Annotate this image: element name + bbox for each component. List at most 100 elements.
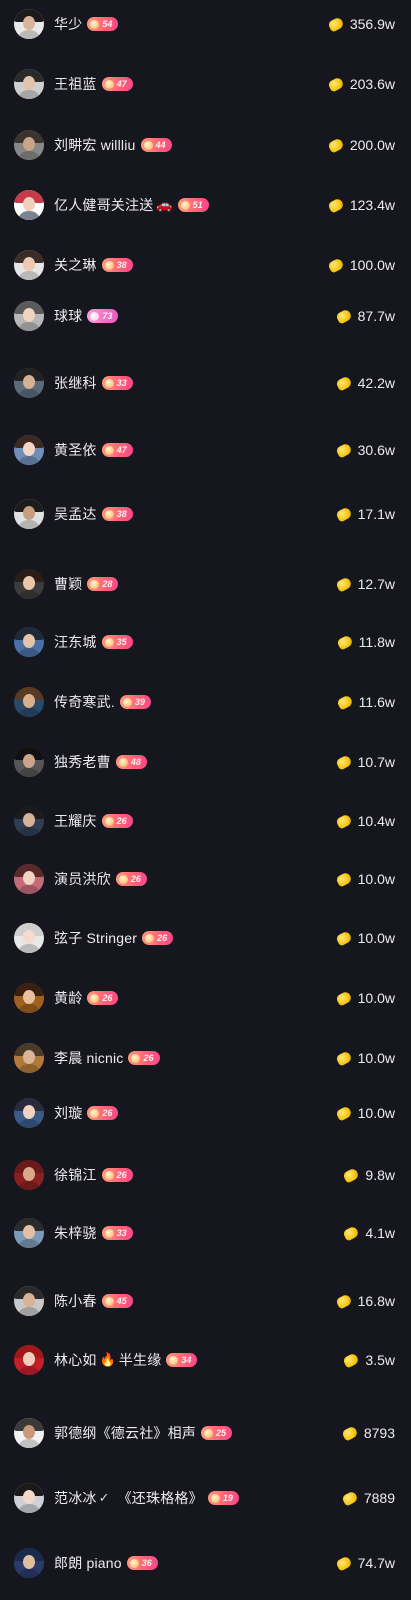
avatar[interactable]	[14, 499, 44, 529]
gold-bean-icon	[334, 505, 353, 523]
user-name[interactable]: 演员洪欣	[54, 869, 111, 889]
list-item[interactable]: 球球 73 87.7w	[0, 298, 411, 334]
user-name[interactable]: 李晨 nicnic	[54, 1048, 123, 1068]
fan-level-badge: 51	[177, 198, 209, 212]
user-name[interactable]: 林心如	[54, 1350, 97, 1370]
user-name[interactable]: 王耀庆	[54, 811, 97, 831]
user-name[interactable]: 郭德纲《德云社》相声	[54, 1423, 196, 1443]
score-group: 16.8w	[334, 1283, 395, 1319]
avatar[interactable]	[14, 747, 44, 777]
avatar[interactable]	[14, 1098, 44, 1128]
user-name[interactable]: 球球	[54, 306, 82, 326]
user-name[interactable]: 独秀老曹	[54, 752, 111, 772]
list-item[interactable]: 林心如 🔥 半生缘 34 3.5w	[0, 1342, 411, 1378]
list-item[interactable]: 黄圣依 47 30.6w	[0, 432, 411, 468]
contribution-score: 10.0w	[357, 1105, 395, 1121]
avatar[interactable]	[14, 190, 44, 220]
fan-level-orb-icon	[131, 1053, 141, 1063]
user-name[interactable]: 郎朗 piano	[54, 1553, 122, 1573]
avatar[interactable]	[14, 130, 44, 160]
name-group: 王祖蓝 47	[54, 66, 133, 102]
user-name[interactable]: 黄圣依	[54, 440, 97, 460]
fan-level-number: 45	[116, 1296, 127, 1306]
name-group: 朱梓骁 33	[54, 1215, 133, 1251]
fan-level-number: 48	[130, 757, 141, 767]
list-item[interactable]: 黄龄 26 10.0w	[0, 980, 411, 1016]
list-item[interactable]: 独秀老曹 48 10.7w	[0, 744, 411, 780]
avatar[interactable]	[14, 687, 44, 717]
avatar[interactable]	[14, 864, 44, 894]
user-name[interactable]: 传奇寒武.	[54, 692, 115, 712]
user-name[interactable]: 陈小春	[54, 1291, 97, 1311]
list-item[interactable]: 王祖蓝 47 203.6w	[0, 66, 411, 102]
fan-level-orb-icon	[169, 1355, 179, 1365]
user-name[interactable]: 曹颖	[54, 574, 82, 594]
check-icon: ✓	[98, 1490, 110, 1505]
fan-level-number: 26	[116, 1170, 127, 1180]
avatar[interactable]	[14, 435, 44, 465]
fan-level-orb-icon	[104, 637, 114, 647]
avatar[interactable]	[14, 69, 44, 99]
list-item[interactable]: 亿人健哥关注送 🚗 51 123.4w	[0, 187, 411, 223]
list-item[interactable]: 陈小春 45 16.8w	[0, 1283, 411, 1319]
score-group: 10.0w	[334, 1040, 395, 1076]
list-item[interactable]: 曹颖 28 12.7w	[0, 566, 411, 602]
user-name[interactable]: 吴孟达	[54, 504, 97, 524]
gold-bean-icon	[334, 812, 353, 830]
avatar[interactable]	[14, 1218, 44, 1248]
avatar[interactable]	[14, 569, 44, 599]
user-name[interactable]: 黄龄	[54, 988, 82, 1008]
contribution-score: 74.7w	[357, 1555, 395, 1571]
avatar[interactable]	[14, 9, 44, 39]
user-name[interactable]: 王祖蓝	[54, 74, 97, 94]
fan-level-number: 36	[141, 1558, 152, 1568]
avatar[interactable]	[14, 368, 44, 398]
user-name[interactable]: 刘璇	[54, 1103, 82, 1123]
user-name[interactable]: 弦子 Stringer	[54, 928, 137, 948]
list-item[interactable]: 朱梓骁 33 4.1w	[0, 1215, 411, 1251]
avatar[interactable]	[14, 1160, 44, 1190]
gold-bean-icon	[342, 1166, 361, 1184]
avatar[interactable]	[14, 301, 44, 331]
user-name[interactable]: 张继科	[54, 373, 97, 393]
avatar[interactable]	[14, 627, 44, 657]
list-item[interactable]: 范冰冰 ✓ 《还珠格格》 19 7889	[0, 1480, 411, 1516]
list-item[interactable]: 郭德纲《德云社》相声 25 8793	[0, 1415, 411, 1451]
list-item[interactable]: 吴孟达 38 17.1w	[0, 496, 411, 532]
user-name[interactable]: 朱梓骁	[54, 1223, 97, 1243]
list-item[interactable]: 李晨 nicnic 26 10.0w	[0, 1040, 411, 1076]
list-item[interactable]: 王耀庆 26 10.4w	[0, 803, 411, 839]
avatar[interactable]	[14, 1548, 44, 1578]
avatar[interactable]	[14, 1286, 44, 1316]
list-item[interactable]: 华少 54 356.9w	[0, 6, 411, 42]
list-item[interactable]: 汪东城 35 11.8w	[0, 624, 411, 660]
avatar[interactable]	[14, 806, 44, 836]
avatar[interactable]	[14, 1345, 44, 1375]
user-name[interactable]: 刘畊宏 willliu	[54, 135, 136, 155]
avatar[interactable]	[14, 1483, 44, 1513]
score-group: 100.0w	[327, 247, 395, 283]
user-name[interactable]: 亿人健哥关注送	[54, 195, 153, 215]
list-item[interactable]: 演员洪欣 26 10.0w	[0, 861, 411, 897]
avatar[interactable]	[14, 1043, 44, 1073]
avatar[interactable]	[14, 1418, 44, 1448]
user-name[interactable]: 汪东城	[54, 632, 97, 652]
fan-level-number: 26	[102, 993, 113, 1003]
avatar[interactable]	[14, 923, 44, 953]
user-name[interactable]: 华少	[54, 14, 82, 34]
avatar[interactable]	[14, 250, 44, 280]
list-item[interactable]: 郎朗 piano 36 74.7w	[0, 1545, 411, 1581]
fan-level-badge: 36	[126, 1556, 158, 1570]
list-item[interactable]: 传奇寒武. 39 11.6w	[0, 684, 411, 720]
user-name[interactable]: 范冰冰	[54, 1488, 97, 1508]
list-item[interactable]: 刘畊宏 willliu 44 200.0w	[0, 127, 411, 163]
list-item[interactable]: 徐锦江 26 9.8w	[0, 1157, 411, 1193]
list-item[interactable]: 张继科 33 42.2w	[0, 365, 411, 401]
gold-bean-icon	[334, 307, 353, 325]
list-item[interactable]: 弦子 Stringer 26 10.0w	[0, 920, 411, 956]
user-name[interactable]: 徐锦江	[54, 1165, 97, 1185]
avatar[interactable]	[14, 983, 44, 1013]
user-name[interactable]: 关之琳	[54, 255, 97, 275]
list-item[interactable]: 关之琳 38 100.0w	[0, 247, 411, 283]
list-item[interactable]: 刘璇 26 10.0w	[0, 1095, 411, 1131]
